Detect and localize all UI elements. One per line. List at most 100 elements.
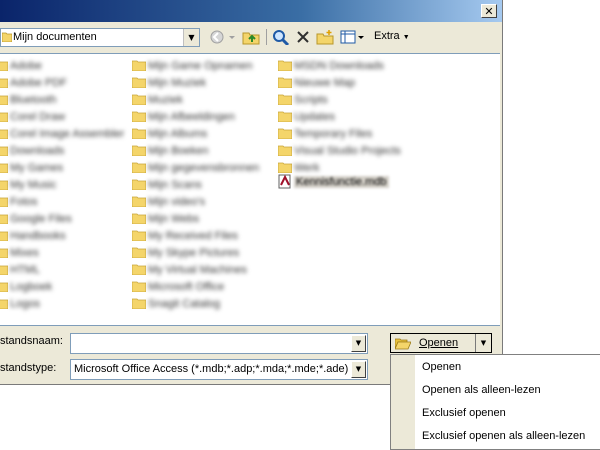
chevron-down-icon[interactable]: ▼: [351, 361, 366, 378]
list-item[interactable]: Corel Image Assembler: [0, 125, 124, 142]
list-item[interactable]: My Received Files: [132, 227, 259, 244]
folder-icon: [0, 248, 8, 258]
list-item[interactable]: Mijn video's: [132, 193, 259, 210]
list-item[interactable]: Temporary Files: [278, 125, 401, 142]
folder-icon: [0, 214, 8, 224]
selected-file-item[interactable]: Kennisfunctie.mdb: [278, 174, 389, 189]
list-item[interactable]: Mixes: [0, 244, 124, 261]
new-folder-icon: [316, 30, 334, 45]
folder-icon: [132, 94, 146, 105]
list-item[interactable]: Fotos: [0, 193, 124, 210]
menu-item-open[interactable]: Openen: [422, 359, 461, 375]
close-button[interactable]: ✕: [481, 4, 497, 18]
list-item-label: Mijn Webs: [148, 212, 200, 225]
list-item[interactable]: Mijn Afbeeldingen: [132, 108, 259, 125]
list-item[interactable]: My Music: [0, 176, 124, 193]
list-item-label: Mijn Boeken: [148, 144, 209, 157]
file-column-2: Mijn Game Opnamen Mijn Muziek Muziek Mijn A…: [132, 57, 259, 312]
folder-icon: [0, 282, 8, 292]
list-item[interactable]: Updates: [278, 108, 401, 125]
open-file-dialog: ✕ Mijn documenten ▼ Extra ▼ Adobe Adobe …: [0, 0, 503, 385]
up-folder-button[interactable]: [240, 27, 262, 47]
list-item-label: Microsoft Office: [148, 280, 225, 293]
list-item[interactable]: Nieuwe Map: [278, 74, 401, 91]
delete-button[interactable]: [292, 27, 314, 47]
list-item[interactable]: My Virtual Machines: [132, 261, 259, 278]
list-item[interactable]: Muziek: [132, 91, 259, 108]
list-item[interactable]: Mijn Albums: [132, 125, 259, 142]
extra-label: Extra: [374, 30, 400, 42]
folder-icon: [0, 163, 8, 173]
folder-icon: [0, 299, 8, 309]
views-button[interactable]: [338, 27, 366, 47]
filename-input[interactable]: [73, 335, 347, 354]
list-item[interactable]: HTML: [0, 261, 124, 278]
folder-icon: [132, 111, 146, 122]
list-item-label: Corel Image Assembler: [10, 127, 125, 140]
list-item-label: Werk: [294, 161, 320, 174]
menu-item-open-exclusive[interactable]: Exclusief openen: [422, 405, 506, 421]
folder-icon: [132, 60, 146, 71]
list-item-label: Scripts: [294, 93, 328, 106]
chevron-down-icon[interactable]: ▼: [183, 29, 199, 46]
list-item[interactable]: Mijn Muziek: [132, 74, 259, 91]
open-split-button[interactable]: Openen ▼: [390, 333, 492, 353]
list-item-label: Mijn Afbeeldingen: [148, 110, 235, 123]
list-item[interactable]: Mijn Boeken: [132, 142, 259, 159]
list-item[interactable]: Handbooks: [0, 227, 124, 244]
folder-icon: [278, 77, 292, 88]
list-item[interactable]: Adobe PDF: [0, 74, 124, 91]
list-item-label: Updates: [294, 110, 335, 123]
list-item[interactable]: Bluetooth: [0, 91, 124, 108]
folder-icon: [132, 298, 146, 309]
list-item[interactable]: My Skype Pictures: [132, 244, 259, 261]
folder-icon: [278, 111, 292, 122]
location-dropdown[interactable]: Mijn documenten ▼: [0, 28, 200, 47]
list-item[interactable]: Downloads: [0, 142, 124, 159]
filename-combobox[interactable]: ▼: [70, 333, 368, 354]
list-item[interactable]: Corel Draw: [0, 108, 124, 125]
search-web-button[interactable]: [270, 27, 292, 47]
list-item-label: Mijn Scans: [148, 178, 202, 191]
folder-icon: [132, 77, 146, 88]
menu-item-open-exclusive-read-only[interactable]: Exclusief openen als alleen-lezen: [422, 428, 585, 444]
list-item[interactable]: My Games: [0, 159, 124, 176]
list-item[interactable]: Mijn Scans: [132, 176, 259, 193]
folder-icon: [0, 146, 8, 156]
back-history-button[interactable]: [226, 27, 238, 47]
folder-icon: [0, 61, 8, 71]
list-item[interactable]: Mijn gegevensbronnen: [132, 159, 259, 176]
list-item[interactable]: Google Files: [0, 210, 124, 227]
search-web-icon: [273, 30, 290, 45]
file-list[interactable]: Adobe Adobe PDF Bluetooth Corel Draw Corel I…: [0, 53, 500, 326]
extra-menu-button[interactable]: Extra ▼: [374, 30, 410, 42]
folder-icon: [0, 265, 8, 275]
filename-label: standsnaam:: [0, 335, 63, 347]
open-button-label: Openen: [419, 337, 459, 349]
new-folder-button[interactable]: [314, 27, 336, 47]
folder-icon: [2, 32, 12, 42]
folder-icon: [132, 213, 146, 224]
back-button[interactable]: [206, 27, 228, 47]
list-item-label: Logboek: [10, 280, 53, 293]
list-item[interactable]: Scripts: [278, 91, 401, 108]
list-item-label: MSDN Downloads: [294, 59, 384, 72]
chevron-down-icon[interactable]: ▼: [351, 335, 366, 352]
list-item[interactable]: Snagit Catalog: [132, 295, 259, 312]
filetype-select[interactable]: Microsoft Office Access (*.mdb;*.adp;*.m…: [70, 359, 368, 380]
list-item-label: HTML: [10, 263, 40, 276]
list-item[interactable]: MSDN Downloads: [278, 57, 401, 74]
open-dropdown-arrow[interactable]: ▼: [475, 334, 491, 352]
folder-icon: [278, 162, 292, 173]
list-item[interactable]: Adobe: [0, 57, 124, 74]
list-item-label: My Music: [10, 178, 57, 191]
list-item[interactable]: Visual Studio Projects: [278, 142, 401, 159]
list-item[interactable]: Logos: [0, 295, 124, 312]
list-item[interactable]: Logboek: [0, 278, 124, 295]
list-item[interactable]: Mijn Game Opnamen: [132, 57, 259, 74]
menu-item-open-read-only[interactable]: Openen als alleen-lezen: [422, 382, 541, 398]
open-button[interactable]: Openen: [391, 334, 477, 352]
list-item[interactable]: Microsoft Office: [132, 278, 259, 295]
chevron-down-icon: [229, 36, 235, 39]
list-item[interactable]: Mijn Webs: [132, 210, 259, 227]
